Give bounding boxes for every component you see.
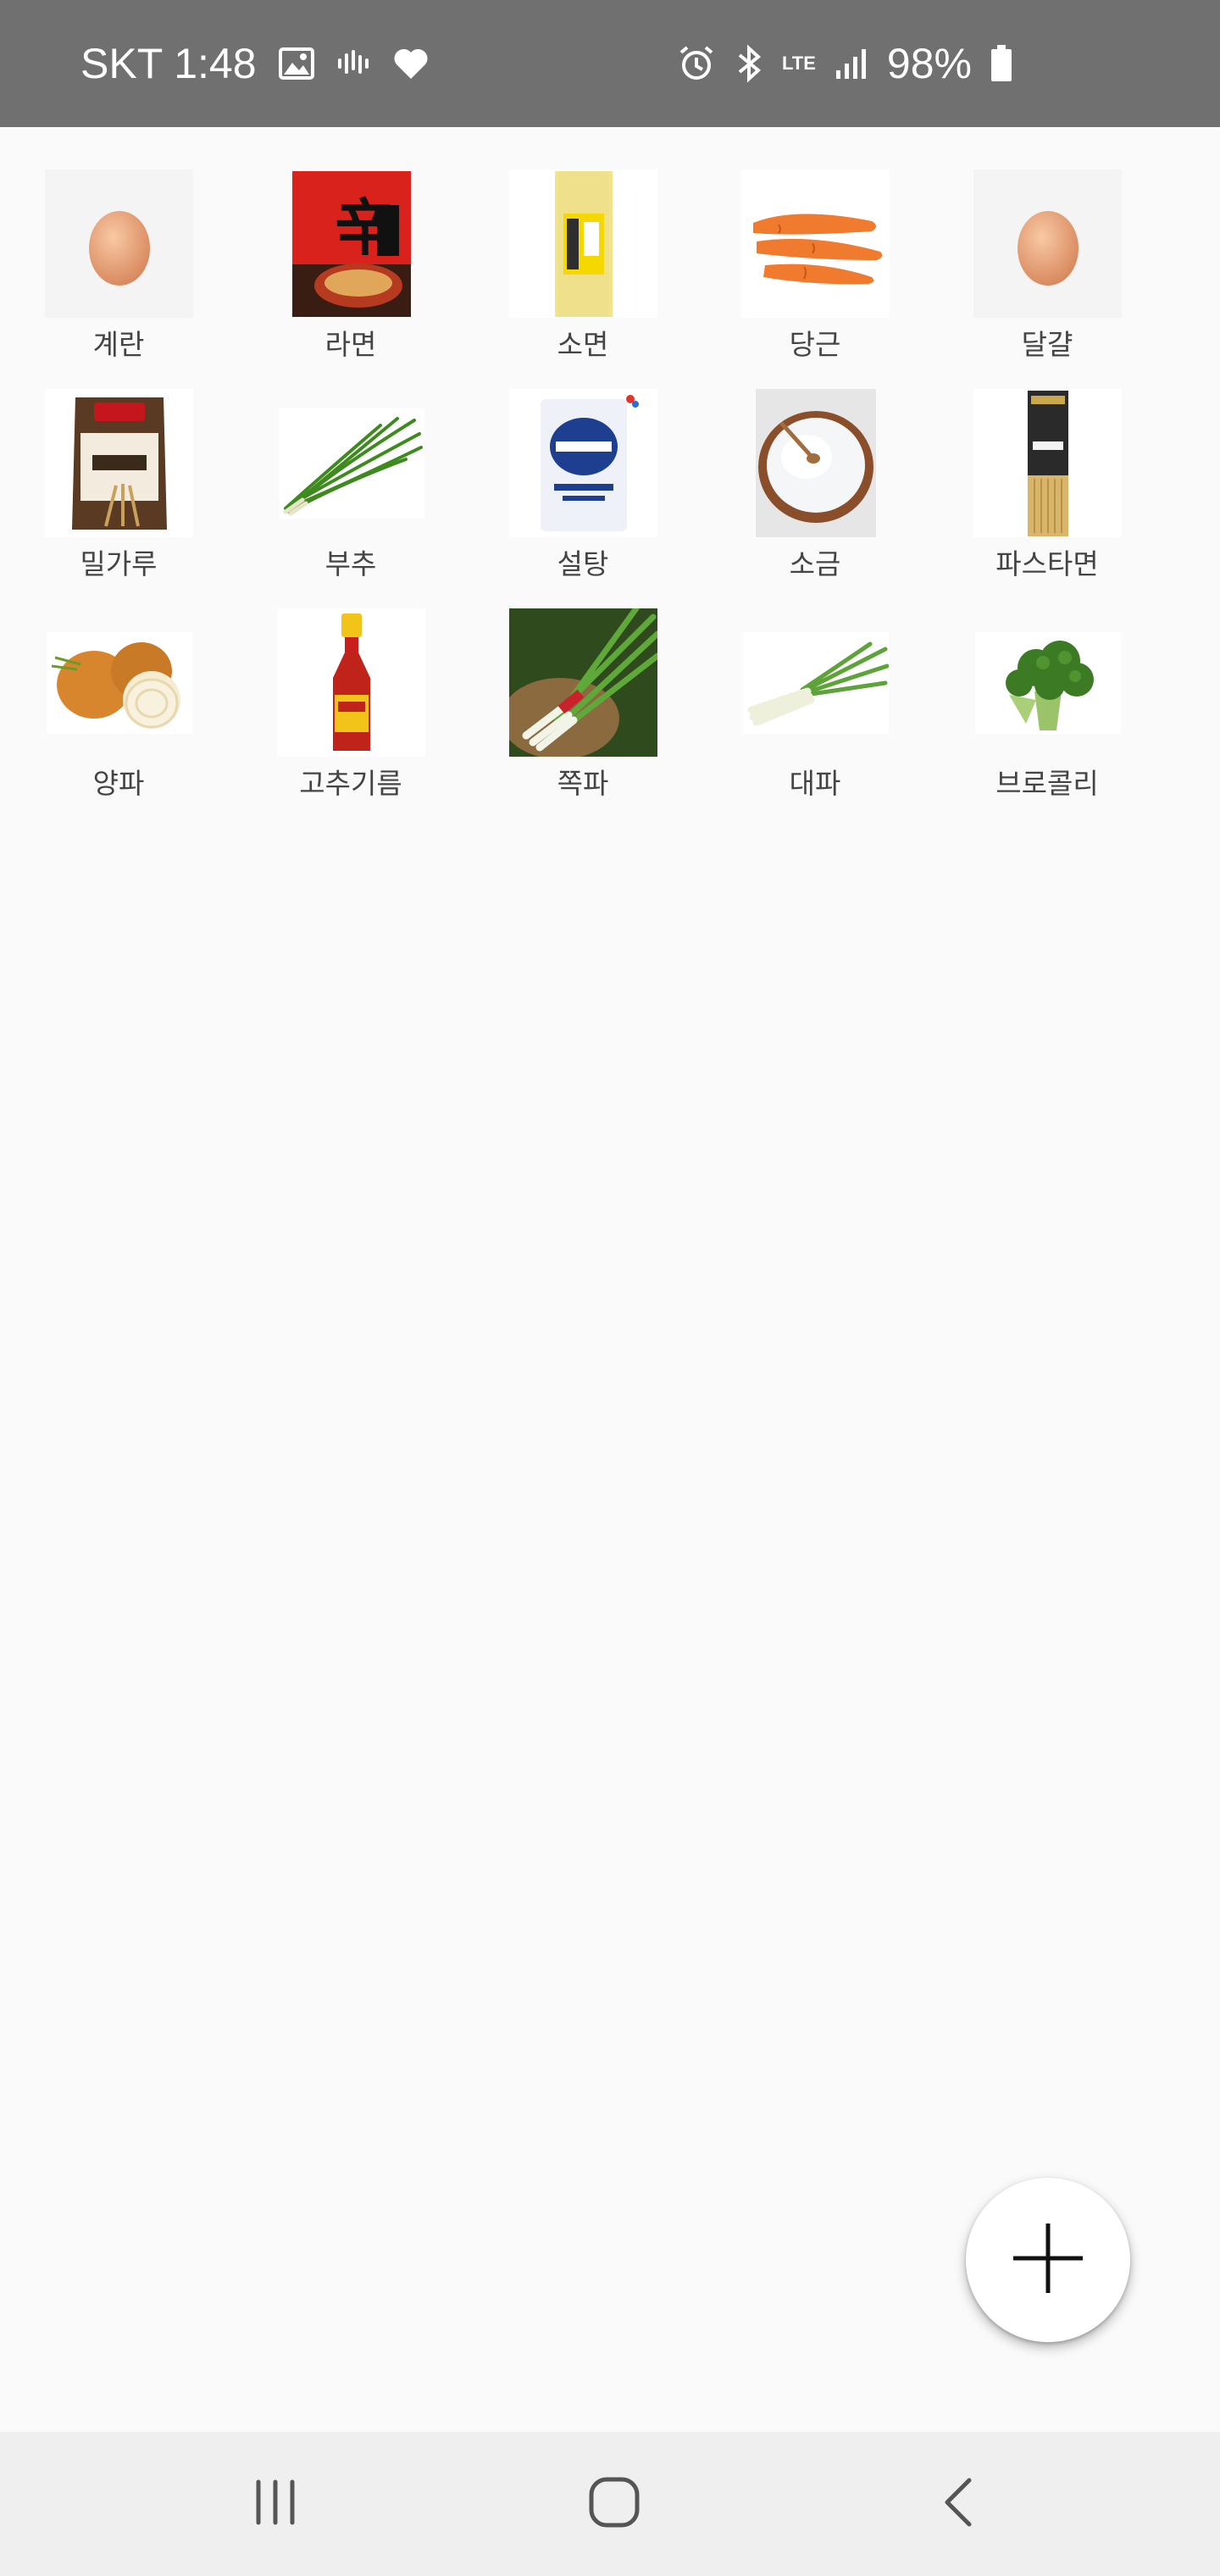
ingredient-item-egg[interactable]: 계란	[34, 127, 203, 361]
ingredient-label: 대파	[789, 767, 841, 800]
green-onion-bundle-icon	[509, 608, 657, 757]
sugar-bag-icon	[509, 389, 657, 537]
lte-icon: LTE	[782, 54, 816, 73]
battery-percent: 98%	[886, 40, 972, 87]
ingredient-item-somen[interactable]: 소면	[498, 127, 668, 361]
carrier-time: SKT 1:48	[80, 40, 257, 87]
back-button[interactable]	[915, 2462, 1000, 2546]
network-type: LTE	[782, 53, 816, 74]
chives-icon	[277, 389, 425, 537]
ingredient-item-egg-2[interactable]: 달걀	[962, 127, 1132, 361]
ingredient-item-leek[interactable]: 대파	[730, 566, 900, 800]
carrot-icon	[741, 169, 890, 318]
egg-icon	[45, 169, 193, 318]
pasta-package-icon	[973, 389, 1122, 537]
battery-icon	[990, 45, 1012, 82]
ingredient-item-chili-oil[interactable]: 고추기름	[266, 566, 435, 800]
ingredient-label: 쪽파	[557, 767, 609, 800]
ingredient-item-ramen[interactable]: 辛 라면	[266, 127, 435, 361]
bluetooth-icon	[735, 44, 763, 83]
status-bar: SKT 1:48 LTE 98%	[0, 0, 1220, 127]
navigation-bar	[0, 2432, 1220, 2576]
signal-icon	[835, 47, 868, 80]
ingredient-item-onion[interactable]: 양파	[34, 566, 203, 800]
ingredient-item-pasta[interactable]: 파스타면	[962, 347, 1132, 580]
recents-icon	[250, 2479, 301, 2529]
ingredient-item-green-onion[interactable]: 쪽파	[498, 566, 668, 800]
egg-icon	[973, 169, 1122, 318]
plus-icon	[1010, 2220, 1086, 2300]
home-icon	[587, 2475, 641, 2533]
ingredient-item-broccoli[interactable]: 브로콜리	[962, 566, 1132, 800]
ingredient-label: 브로콜리	[995, 767, 1099, 800]
ramen-package-icon: 辛	[277, 169, 425, 318]
status-right: LTE 98%	[677, 0, 1012, 127]
image-icon	[278, 47, 314, 80]
onion-icon	[45, 608, 193, 757]
add-ingredient-button[interactable]	[966, 2178, 1130, 2342]
ingredient-item-carrot[interactable]: 당근	[730, 127, 900, 361]
alarm-icon	[677, 44, 716, 83]
voicemail-icon	[336, 48, 370, 79]
recents-button[interactable]	[233, 2462, 318, 2546]
ingredient-label: 고추기름	[299, 767, 402, 800]
ingredient-item-flour[interactable]: 밀가루	[34, 347, 203, 580]
chili-oil-bottle-icon	[277, 608, 425, 757]
home-button[interactable]	[572, 2462, 657, 2546]
salt-bowl-icon	[741, 389, 890, 537]
ingredient-item-sugar[interactable]: 설탕	[498, 347, 668, 580]
back-icon	[939, 2475, 976, 2533]
broccoli-icon	[973, 608, 1122, 757]
leek-icon	[741, 608, 890, 757]
flour-bag-icon	[45, 389, 193, 537]
ingredient-item-salt[interactable]: 소금	[730, 347, 900, 580]
somen-noodles-icon	[509, 169, 657, 318]
heart-icon	[392, 47, 430, 80]
status-left: SKT 1:48	[80, 0, 430, 127]
ingredient-label: 양파	[92, 767, 145, 800]
ingredient-item-chives[interactable]: 부추	[266, 347, 435, 580]
